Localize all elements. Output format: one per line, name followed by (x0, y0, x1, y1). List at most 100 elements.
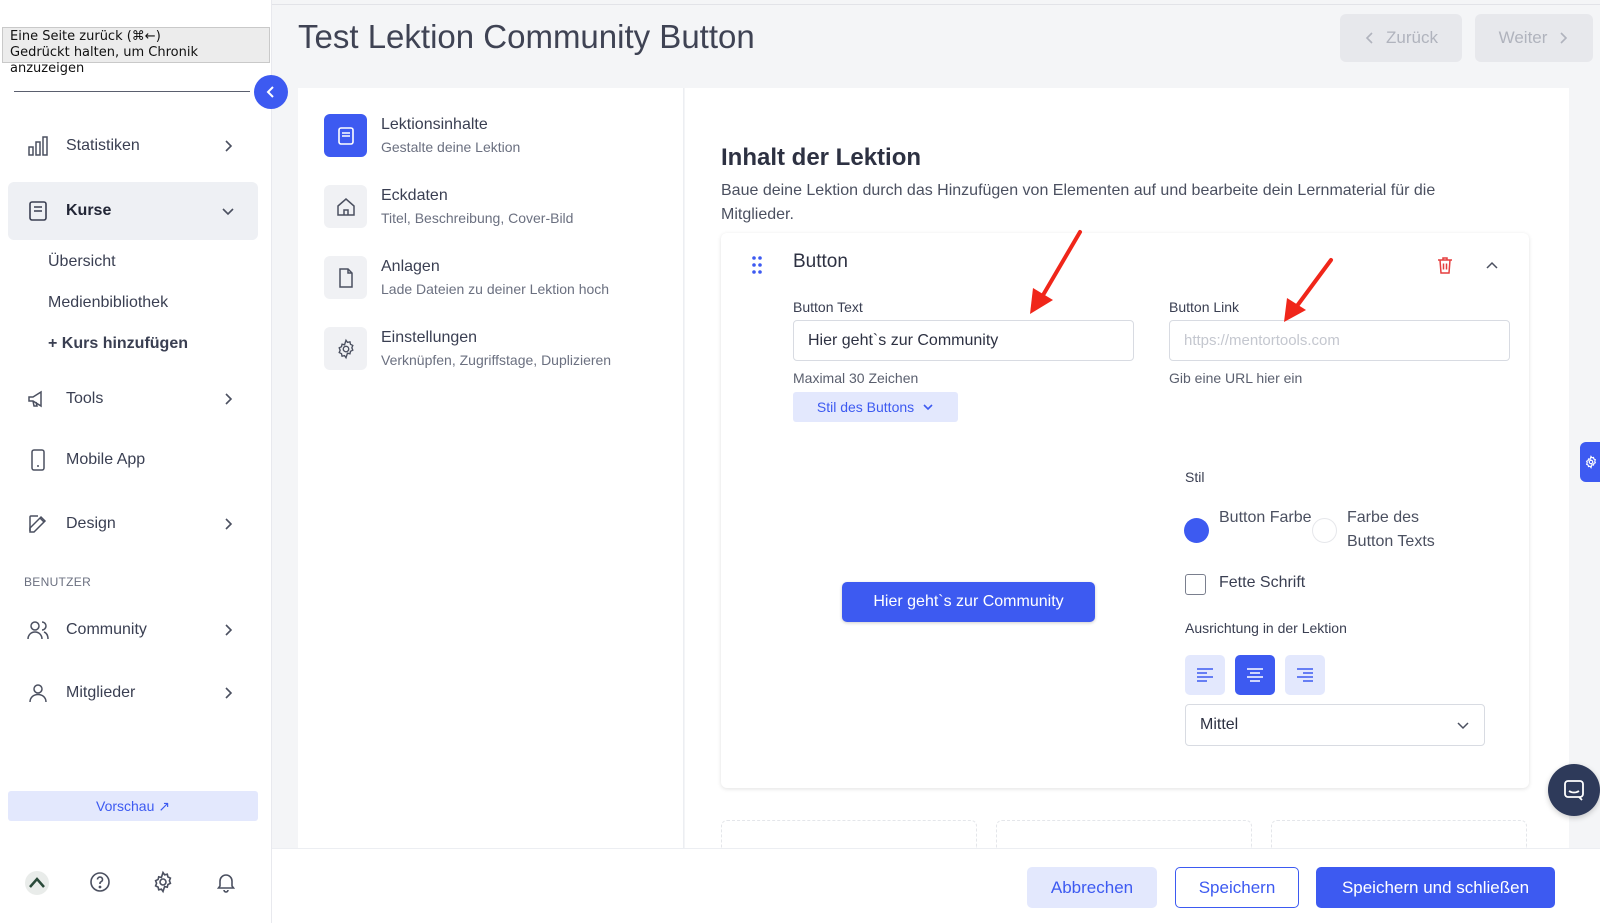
sidebar-item-label: Statistiken (66, 137, 140, 154)
button-size-select[interactable]: Mittel (1185, 704, 1485, 746)
phone-icon (31, 449, 45, 471)
radio-text-color-label: Farbe des Button Texts (1347, 509, 1435, 550)
chevron-up-icon[interactable] (1485, 258, 1499, 272)
chevron-right-icon (225, 393, 233, 405)
book-icon (29, 201, 47, 221)
gear-icon (1585, 455, 1597, 469)
sidebar-item-kurse[interactable]: Kurse (8, 182, 258, 240)
lesson-content-panel: Inhalt der Lektion Baue deine Lektion du… (685, 88, 1569, 848)
sidebar-item-label: Tools (66, 390, 104, 407)
step-subtitle: Gestalte deine Lektion (381, 139, 521, 155)
bell-icon[interactable] (214, 870, 238, 894)
back-tooltip: Eine Seite zurück (⌘←) Gedrückt halten, … (2, 27, 270, 76)
chevron-down-icon (222, 208, 234, 216)
step-title: Einstellungen (381, 329, 478, 346)
add-element-placeholder[interactable] (1271, 820, 1527, 848)
step-title: Lektionsinhalte (381, 116, 488, 133)
gear-icon (337, 338, 354, 359)
step-icon-box (324, 185, 367, 228)
align-center-icon (1247, 668, 1263, 682)
step-anlagen[interactable]: Anlagen Lade Dateien zu deiner Lektion h… (324, 256, 609, 299)
button-text-input[interactable]: Hier geht`s zur Community (793, 320, 1134, 361)
button-text-help: Maximal 30 Zeichen (793, 370, 919, 386)
sidebar-subitem-uebersicht[interactable]: Übersicht (48, 253, 116, 271)
button-element-card: Button Button Text Hier geht`s zur Commu… (721, 233, 1529, 788)
help-icon[interactable] (88, 870, 112, 894)
align-right-button[interactable] (1285, 655, 1325, 695)
step-subtitle: Titel, Beschreibung, Cover-Bild (381, 210, 574, 226)
home-icon (336, 197, 355, 216)
save-and-close-button[interactable]: Speichern und schließen (1316, 867, 1555, 908)
button-style-toggle[interactable]: Stil des Buttons (793, 392, 958, 422)
chevron-down-icon (1457, 722, 1469, 730)
button-link-input[interactable]: https://mentortools.com (1169, 320, 1510, 361)
radio-text-color[interactable] (1312, 518, 1337, 543)
lesson-steps-panel: Lektionsinhalte Gestalte deine Lektion E… (298, 88, 684, 848)
step-eckdaten[interactable]: Eckdaten Titel, Beschreibung, Cover-Bild (324, 185, 573, 228)
sidebar-item-tools[interactable]: Tools (8, 370, 258, 428)
document-icon (337, 126, 354, 145)
side-settings-tab[interactable] (1580, 442, 1600, 482)
chevron-left-icon (1365, 32, 1373, 44)
chevron-right-icon (225, 140, 233, 152)
step-title: Eckdaten (381, 187, 448, 204)
sidebar-item-label: Community (66, 621, 147, 638)
button-preview[interactable]: Hier geht`s zur Community (842, 582, 1095, 622)
sidebar-collapse-button[interactable] (254, 75, 288, 109)
next-button-label: Weiter (1498, 28, 1548, 47)
save-button[interactable]: Speichern (1175, 867, 1299, 908)
users-icon (27, 621, 49, 640)
footer-bar: Abbrechen Speichern Speichern und schlie… (272, 848, 1600, 923)
sidebar: Eine Seite zurück (⌘←) Gedrückt halten, … (0, 0, 272, 923)
file-icon (338, 267, 353, 288)
back-button-label: Zurück (1386, 28, 1438, 47)
chevron-down-icon (923, 404, 933, 411)
card-title: Button (793, 251, 848, 272)
bar-chart-icon (28, 136, 48, 156)
section-label-benutzer: BENUTZER (24, 575, 92, 589)
preview-button[interactable]: Vorschau ↗ (8, 791, 258, 821)
sidebar-item-label: Kurse (66, 202, 112, 219)
chat-launcher-button[interactable] (1548, 764, 1600, 816)
sidebar-item-statistiken[interactable]: Statistiken (8, 117, 258, 175)
pencil-icon (29, 515, 47, 533)
bold-checkbox[interactable] (1185, 574, 1206, 595)
button-size-value: Mittel (1200, 716, 1239, 733)
add-element-placeholder[interactable] (996, 820, 1252, 848)
page-title: Test Lektion Community Button (298, 18, 755, 55)
tooltip-line-2: Gedrückt halten, um Chronik anzuzeigen (10, 45, 198, 76)
back-button[interactable]: Zurück (1340, 14, 1462, 62)
step-einstellungen[interactable]: Einstellungen Verknüpfen, Zugriffstage, … (324, 327, 611, 370)
trash-icon[interactable] (1436, 255, 1454, 275)
step-subtitle: Verknüpfen, Zugriffstage, Duplizieren (381, 352, 612, 368)
add-element-placeholder[interactable] (721, 820, 977, 848)
step-lektionsinhalte[interactable]: Lektionsinhalte Gestalte deine Lektion (324, 114, 520, 157)
next-button[interactable]: Weiter (1475, 14, 1593, 62)
button-link-help: Gib eine URL hier ein (1169, 370, 1303, 386)
step-icon-box (324, 327, 367, 370)
align-right-icon (1297, 668, 1313, 682)
sidebar-item-mobile-app[interactable]: Mobile App (8, 431, 258, 489)
sidebar-item-mitglieder[interactable]: Mitglieder (8, 664, 258, 722)
radio-button-color[interactable] (1184, 518, 1209, 543)
avatar[interactable] (24, 870, 50, 896)
tooltip-line-1: Eine Seite zurück (⌘←) (10, 29, 161, 44)
sidebar-subitem-medienbibliothek[interactable]: Medienbibliothek (48, 294, 168, 312)
sidebar-subitem-kurs-hinzufuegen[interactable]: + Kurs hinzufügen (48, 335, 188, 353)
align-left-icon (1197, 668, 1213, 682)
step-icon-box (324, 256, 367, 299)
sidebar-item-community[interactable]: Community (8, 601, 258, 659)
drag-handle-icon[interactable] (751, 255, 763, 275)
align-left-button[interactable] (1185, 655, 1225, 695)
cancel-button[interactable]: Abbrechen (1027, 867, 1157, 908)
button-text-label: Button Text (793, 299, 863, 315)
button-style-toggle-label: Stil des Buttons (816, 399, 915, 415)
sidebar-item-design[interactable]: Design (8, 495, 258, 553)
settings-gear-icon[interactable] (151, 870, 175, 894)
top-divider (272, 4, 1600, 5)
step-title: Anlagen (381, 258, 440, 275)
megaphone-icon (28, 390, 42, 408)
chevron-left-icon (266, 86, 274, 98)
align-center-button[interactable] (1235, 655, 1275, 695)
user-icon (29, 684, 47, 703)
